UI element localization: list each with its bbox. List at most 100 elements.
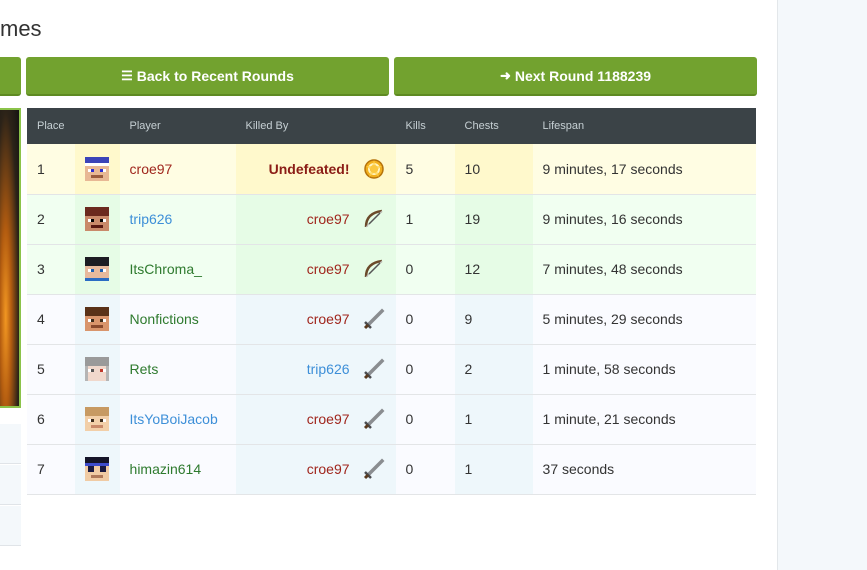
avatar-cell (74, 394, 120, 445)
map-preview-image (0, 108, 21, 408)
sword-icon (363, 408, 385, 430)
next-button-label: Next Round 1188239 (514, 67, 652, 84)
back-button-label: Back to Recent Rounds (136, 67, 294, 84)
player-link[interactable]: trip626 (130, 211, 173, 227)
lifespan-cell: 5 minutes, 29 seconds (532, 294, 756, 345)
chests-cell: 1 (454, 394, 533, 445)
player-cell: trip626 (119, 194, 236, 245)
lifespan-cell: 1 minute, 21 seconds (532, 394, 756, 445)
list-icon: ☰ (121, 67, 133, 83)
killed-by-cell: croe97 (235, 394, 396, 445)
killed-by-cell: croe97 (235, 244, 396, 295)
table-row: 6 ItsYoBoiJacob croe97 0 1 1 minute, 21 … (27, 394, 756, 445)
lifespan-cell: 9 minutes, 16 seconds (532, 194, 756, 245)
header-killed-by[interactable]: Killed By (235, 108, 396, 144)
sword-icon (363, 358, 385, 380)
avatar[interactable] (84, 457, 109, 481)
killed-by-cell: trip626 (235, 344, 396, 395)
side-list-item[interactable] (0, 465, 21, 505)
player-link[interactable]: ItsChroma_ (130, 261, 202, 277)
kills-cell: 0 (395, 244, 455, 295)
header-lifespan[interactable]: Lifespan (532, 108, 756, 144)
header-chests[interactable]: Chests (454, 108, 533, 144)
kills-cell: 5 (395, 144, 455, 195)
avatar-cell (74, 344, 120, 395)
chests-cell: 19 (454, 194, 533, 245)
header-kills[interactable]: Kills (395, 108, 455, 144)
chests-cell: 1 (454, 444, 533, 495)
chests-cell: 10 (454, 144, 533, 195)
table-row: 1 croe97 Undefeated! 5 10 9 minutes, 17 … (27, 144, 756, 195)
lifespan-cell: 1 minute, 58 seconds (532, 344, 756, 395)
table-row: 3 ItsChroma_ croe97 0 12 7 minutes, 48 s… (27, 244, 756, 295)
killer-link[interactable]: croe97 (307, 211, 350, 227)
bow-icon (364, 209, 382, 228)
killed-by-cell: croe97 (235, 194, 396, 245)
avatar-cell (74, 144, 120, 195)
lifespan-cell: 37 seconds (532, 444, 756, 495)
bow-icon (364, 259, 382, 278)
chests-cell: 2 (454, 344, 533, 395)
player-cell: ItsYoBoiJacob (119, 394, 236, 445)
next-round-button[interactable]: ➜ Next Round 1188239 (394, 57, 757, 96)
killer-link[interactable]: croe97 (307, 411, 350, 427)
avatar-cell (74, 194, 120, 245)
avatar[interactable] (84, 307, 109, 331)
right-side-panel (777, 0, 867, 570)
player-cell: Rets (119, 344, 236, 395)
place-cell: 2 (27, 194, 75, 245)
lifespan-cell: 9 minutes, 17 seconds (532, 144, 756, 195)
header-place[interactable]: Place (27, 108, 75, 144)
killed-by-cell: croe97 (235, 444, 396, 495)
place-cell: 3 (27, 244, 75, 295)
round-results-table: Place Player Killed By Kills Chests Life… (27, 108, 756, 495)
killer-link[interactable]: croe97 (307, 261, 350, 277)
place-cell: 4 (27, 294, 75, 345)
kills-cell: 0 (395, 444, 455, 495)
place-cell: 5 (27, 344, 75, 395)
avatar[interactable] (84, 357, 109, 381)
undefeated-label: Undefeated! (268, 160, 350, 177)
side-list-item[interactable] (0, 506, 21, 546)
killed-by-cell: croe97 (235, 294, 396, 345)
killed-by-cell: Undefeated! (235, 144, 396, 195)
avatar[interactable] (84, 407, 109, 431)
header-player[interactable]: Player (119, 108, 236, 144)
arrow-right-icon: ➜ (499, 67, 511, 83)
sword-icon (363, 308, 385, 330)
killer-link[interactable]: croe97 (307, 461, 350, 477)
place-cell: 1 (27, 144, 75, 195)
player-cell: himazin614 (119, 444, 236, 495)
kills-cell: 0 (395, 344, 455, 395)
player-link[interactable]: ItsYoBoiJacob (130, 411, 218, 427)
player-cell: Nonfictions (119, 294, 236, 345)
killer-link[interactable]: croe97 (307, 311, 350, 327)
table-row: 4 Nonfictions croe97 0 9 5 minutes, 29 s… (27, 294, 756, 345)
lifespan-cell: 7 minutes, 48 seconds (532, 244, 756, 295)
avatar[interactable] (84, 207, 109, 231)
avatar[interactable] (84, 257, 109, 281)
avatar-cell (74, 444, 120, 495)
kills-cell: 1 (395, 194, 455, 245)
side-list-item[interactable] (0, 424, 21, 464)
place-cell: 7 (27, 444, 75, 495)
chests-cell: 12 (454, 244, 533, 295)
table-header-row: Place Player Killed By Kills Chests Life… (27, 108, 756, 144)
table-row: 5 Rets trip626 0 2 1 minute, 58 seconds (27, 344, 756, 395)
player-link[interactable]: croe97 (130, 161, 173, 177)
avatar[interactable] (84, 156, 109, 181)
killer-link[interactable]: trip626 (307, 361, 350, 377)
player-cell: croe97 (119, 144, 236, 195)
player-link[interactable]: Rets (130, 361, 159, 377)
page-title: mes (0, 16, 42, 41)
avatar-cell (74, 294, 120, 345)
place-cell: 6 (27, 394, 75, 445)
player-cell: ItsChroma_ (119, 244, 236, 295)
back-to-recent-rounds-button[interactable]: ☰ Back to Recent Rounds (26, 57, 389, 96)
player-link[interactable]: himazin614 (130, 461, 202, 477)
table-row: 2 trip626 croe97 1 19 9 minutes, 16 seco… (27, 194, 756, 245)
previous-round-button[interactable] (0, 57, 21, 96)
table-row: 7 himazin614 croe97 0 1 37 seconds (27, 444, 756, 495)
player-link[interactable]: Nonfictions (130, 311, 199, 327)
chests-cell: 9 (454, 294, 533, 345)
